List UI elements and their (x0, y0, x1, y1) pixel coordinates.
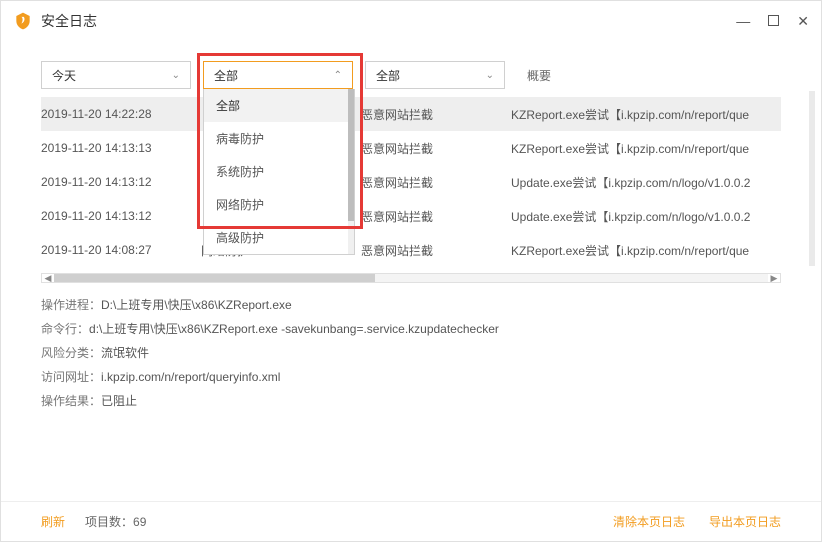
cell-summary: KZReport.exe尝试【i.kpzip.com/n/report/que (511, 106, 781, 123)
detail-key-cmd: 命令行： (41, 322, 89, 336)
summary-header-label: 概要 (527, 67, 551, 84)
chevron-up-icon: ⌃ (334, 70, 342, 81)
detail-key-url: 访问网址： (41, 370, 101, 384)
cell-type: 恶意网站拦截 (361, 174, 511, 191)
table-row[interactable]: 2019-11-20 14:13:13 恶意网站拦截 KZReport.exe尝… (41, 131, 781, 165)
scroll-thumb[interactable] (54, 274, 375, 282)
item-count-label: 项目数：69 (85, 513, 146, 530)
detail-value-url: i.kpzip.com/n/report/queryinfo.xml (101, 370, 280, 384)
table-row[interactable]: 2019-11-20 14:22:28 恶意网站拦截 KZReport.exe尝… (41, 97, 781, 131)
dropdown-item[interactable]: 网络防护 (204, 188, 354, 221)
export-logs-button[interactable]: 导出本页日志 (709, 513, 781, 530)
filter-type-label: 全部 (376, 67, 400, 84)
filter-module-label: 全部 (214, 67, 238, 84)
minimize-button[interactable]: — (736, 14, 750, 28)
log-table: 2019-11-20 14:22:28 恶意网站拦截 KZReport.exe尝… (1, 97, 821, 267)
filter-date-select[interactable]: 今天 ⌄ (41, 61, 191, 89)
dropdown-item[interactable]: 全部 (204, 89, 354, 122)
title-bar: 安全日志 — ✕ (1, 1, 821, 41)
clear-logs-button[interactable]: 清除本页日志 (613, 513, 685, 530)
horizontal-scrollbar[interactable]: ◀ ▶ (41, 273, 781, 283)
dropdown-scrollbar[interactable] (348, 89, 354, 254)
detail-key-result: 操作结果： (41, 394, 101, 408)
cell-summary: KZReport.exe尝试【i.kpzip.com/n/report/que (511, 140, 781, 157)
dropdown-item[interactable]: 病毒防护 (204, 122, 354, 155)
detail-value-result: 已阻止 (101, 394, 137, 408)
vertical-scrollbar[interactable] (809, 91, 815, 266)
cell-type: 恶意网站拦截 (361, 242, 511, 259)
chevron-down-icon: ⌄ (172, 70, 180, 81)
cell-time: 2019-11-20 14:13:13 (41, 141, 201, 155)
dropdown-item[interactable]: 高级防护 (204, 221, 354, 254)
scroll-track[interactable] (54, 274, 768, 282)
filter-module-dropdown: 全部 病毒防护 系统防护 网络防护 高级防护 (203, 89, 355, 255)
cell-summary: KZReport.exe尝试【i.kpzip.com/n/report/que (511, 242, 781, 259)
close-button[interactable]: ✕ (797, 14, 809, 28)
filter-bar: 今天 ⌄ 全部 ⌃ 全部 ⌄ 概要 (1, 41, 821, 97)
chevron-down-icon: ⌄ (486, 70, 494, 81)
detail-value-risk: 流氓软件 (101, 346, 149, 360)
detail-key-process: 操作进程： (41, 298, 101, 312)
filter-module-select[interactable]: 全部 ⌃ (203, 61, 353, 89)
filter-type-select[interactable]: 全部 ⌄ (365, 61, 505, 89)
detail-panel: 操作进程：D:\上班专用\快压\x86\KZReport.exe 命令行：d:\… (1, 283, 821, 423)
cell-time: 2019-11-20 14:22:28 (41, 107, 201, 121)
refresh-button[interactable]: 刷新 (41, 513, 65, 530)
cell-time: 2019-11-20 14:13:12 (41, 175, 201, 189)
table-row[interactable]: 2019-11-20 14:13:12 恶意网站拦截 Update.exe尝试【… (41, 165, 781, 199)
filter-date-label: 今天 (52, 67, 76, 84)
cell-time: 2019-11-20 14:13:12 (41, 209, 201, 223)
cell-summary: Update.exe尝试【i.kpzip.com/n/logo/v1.0.0.2 (511, 174, 781, 191)
table-row[interactable]: 2019-11-20 14:08:27 网络防护 恶意网站拦截 KZReport… (41, 233, 781, 267)
cell-summary: Update.exe尝试【i.kpzip.com/n/logo/v1.0.0.2 (511, 208, 781, 225)
dropdown-item[interactable]: 系统防护 (204, 155, 354, 188)
column-summary-header: 概要 (517, 61, 561, 89)
footer-bar: 刷新 项目数：69 清除本页日志 导出本页日志 (1, 501, 821, 541)
detail-key-risk: 风险分类： (41, 346, 101, 360)
cell-type: 恶意网站拦截 (361, 140, 511, 157)
window-controls: — ✕ (736, 14, 809, 28)
detail-value-process: D:\上班专用\快压\x86\KZReport.exe (101, 298, 292, 312)
app-logo-icon (13, 11, 33, 31)
window-title: 安全日志 (41, 11, 736, 31)
cell-type: 恶意网站拦截 (361, 106, 511, 123)
scroll-right-icon[interactable]: ▶ (768, 273, 780, 284)
detail-value-cmd: d:\上班专用\快压\x86\KZReport.exe -savekunbang… (89, 322, 499, 336)
maximize-button[interactable] (768, 14, 779, 28)
cell-type: 恶意网站拦截 (361, 208, 511, 225)
cell-time: 2019-11-20 14:08:27 (41, 243, 201, 257)
table-row[interactable]: 2019-11-20 14:13:12 恶意网站拦截 Update.exe尝试【… (41, 199, 781, 233)
scroll-left-icon[interactable]: ◀ (42, 273, 54, 284)
